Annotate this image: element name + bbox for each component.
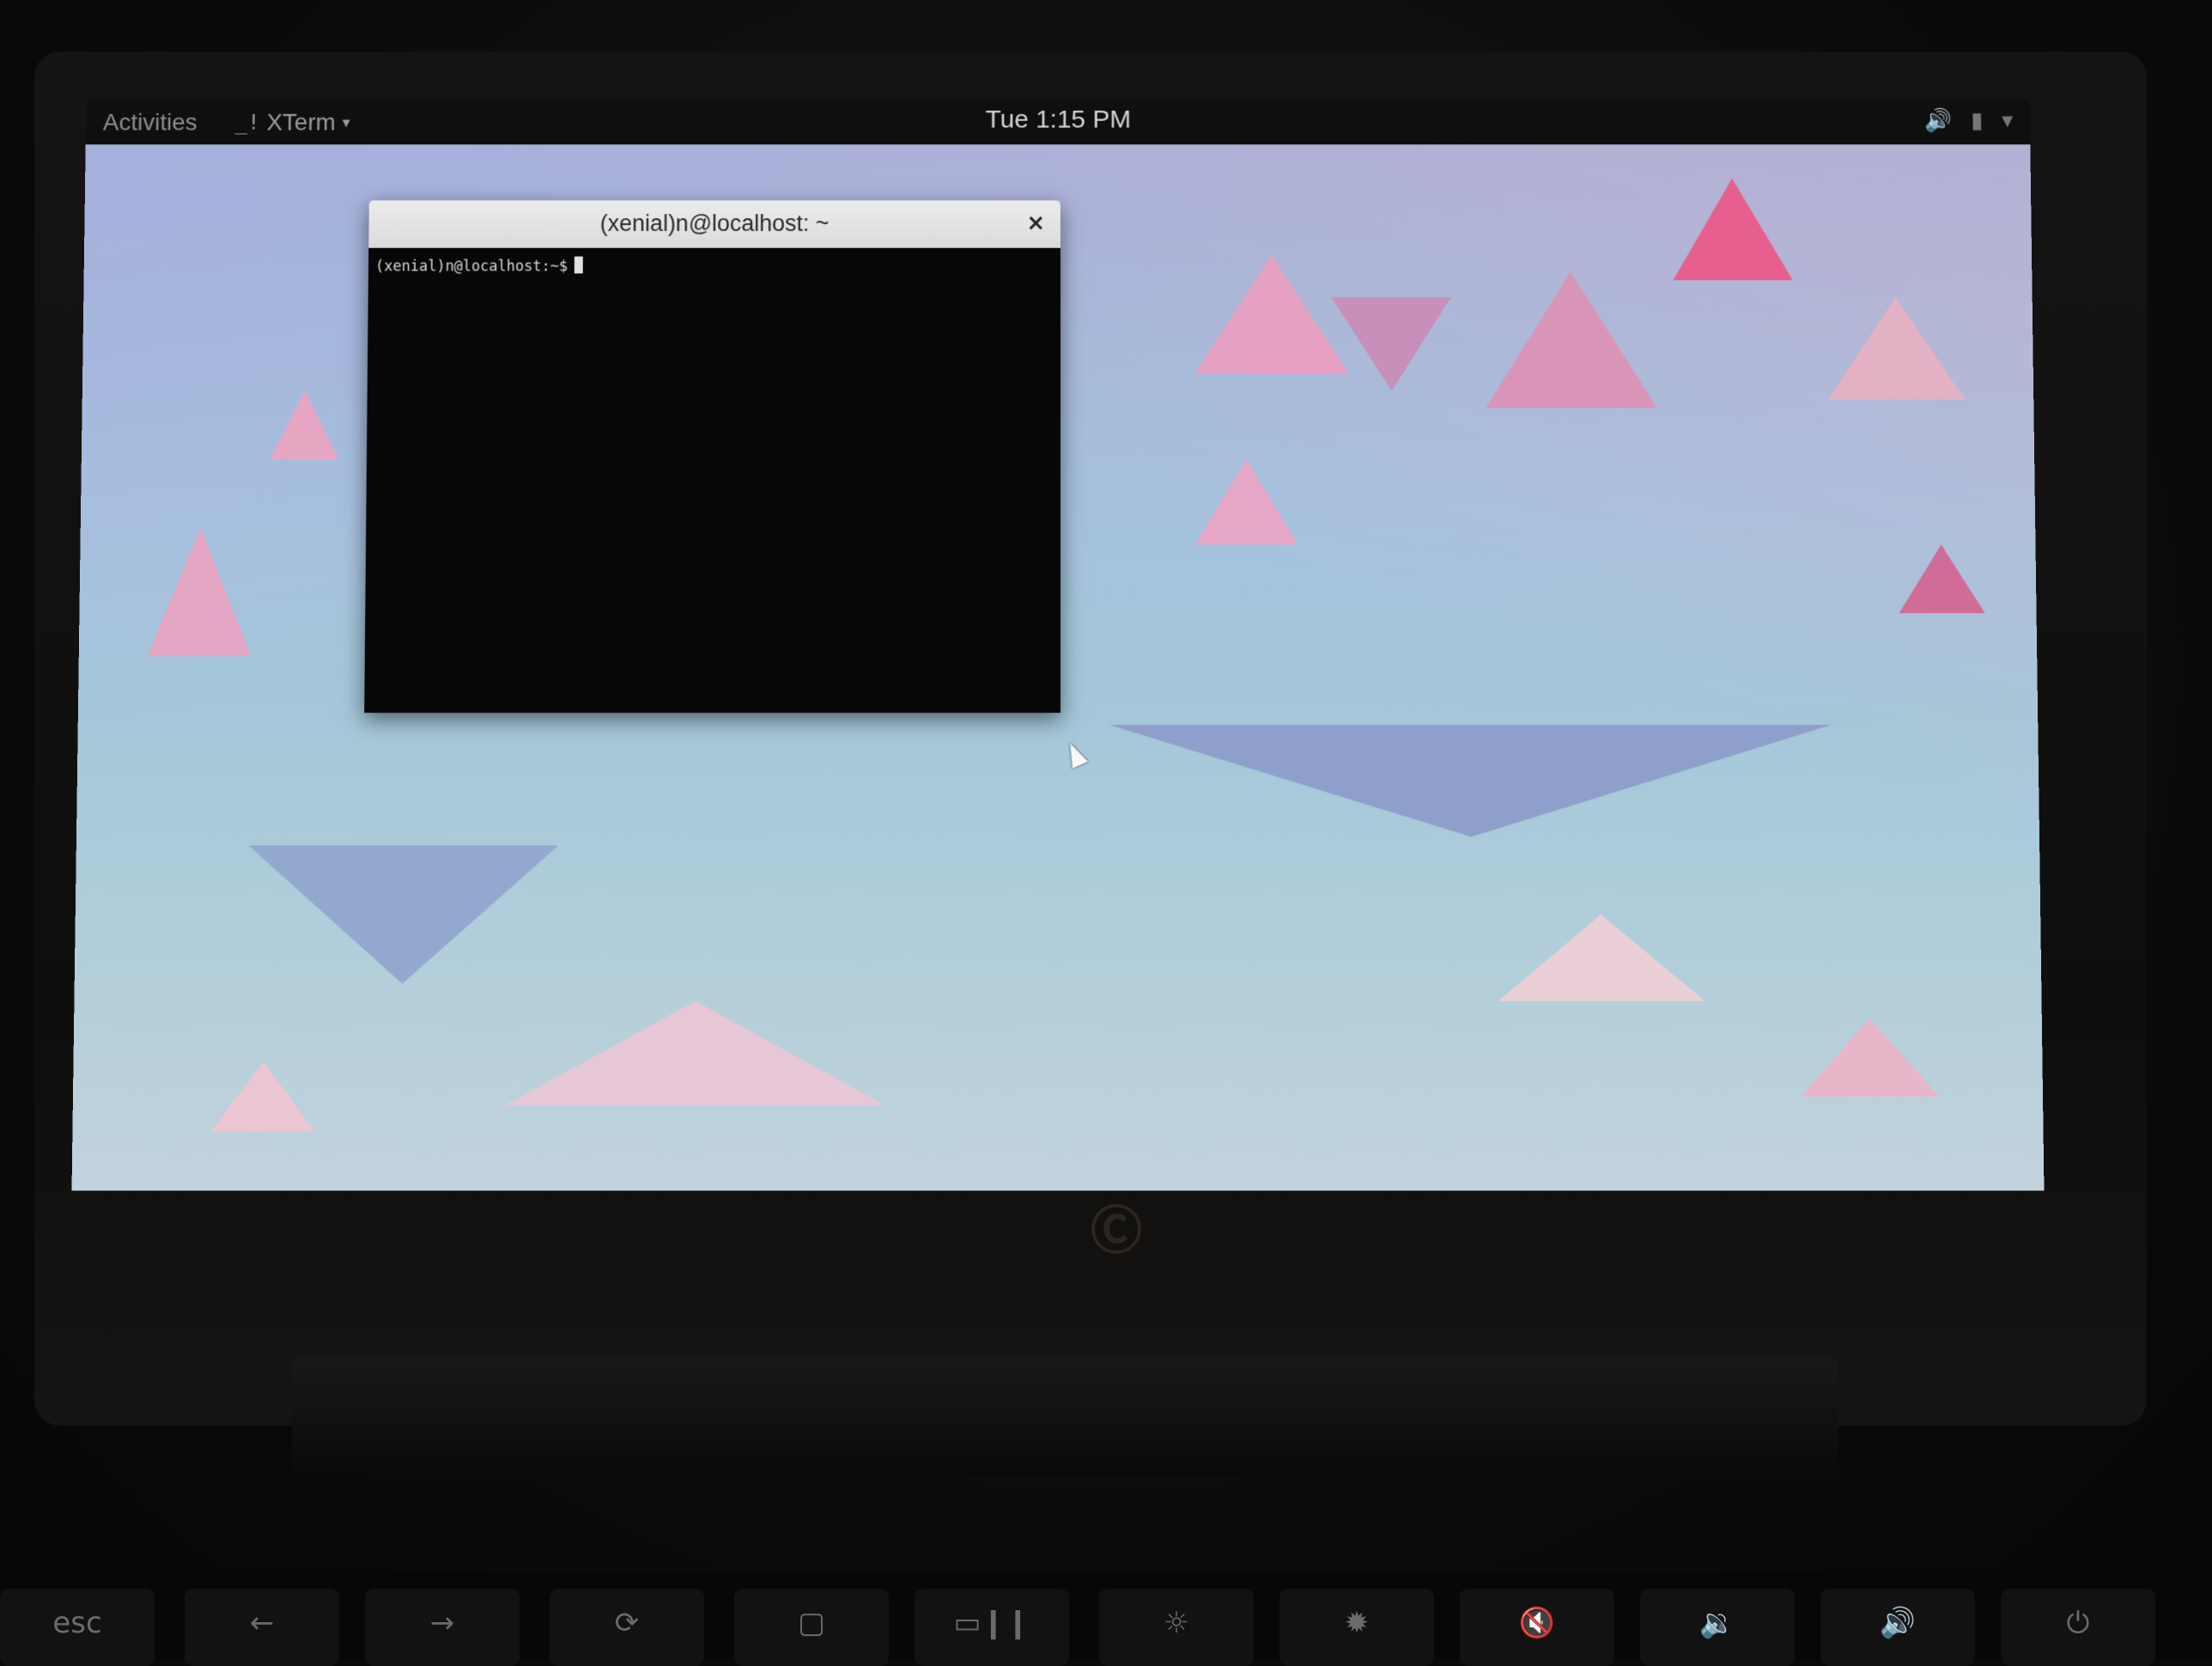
activities-button[interactable]: Activities <box>103 109 198 137</box>
terminal-prompt-line: (xenial)n@localhost:~$ <box>374 256 584 276</box>
close-icon[interactable]: × <box>1026 210 1045 236</box>
laptop-keyboard: esc ← → ⟳ ▢ ▭❙❙ ☼ ✹ 🔇 🔉 🔊 ⏻ <box>0 1572 2212 1666</box>
wallpaper-triangle <box>246 845 559 984</box>
laptop-hinge <box>292 1357 1838 1477</box>
refresh-key[interactable]: ⟳ <box>550 1589 704 1666</box>
text-cursor <box>574 256 584 274</box>
wallpaper-triangle <box>1194 459 1298 545</box>
wallpaper-triangle <box>1497 914 1705 1001</box>
forward-key[interactable]: → <box>365 1589 520 1666</box>
terminal-area[interactable]: (xenial)n@localhost:~$ <box>364 247 1061 714</box>
laptop-screen: (xenial)n@localhost: ~ × (xenial)n@local… <box>71 100 2045 1191</box>
wallpaper-triangle <box>1826 297 1966 400</box>
volume-icon: 🔊 <box>1923 106 1953 133</box>
wallpaper-triangle <box>1485 271 1657 409</box>
volume-down-key[interactable]: 🔉 <box>1640 1589 1795 1666</box>
clock-button[interactable]: Tue 1:15 PM <box>986 106 1131 135</box>
volume-up-key[interactable]: 🔊 <box>1820 1589 1975 1666</box>
chevron-down-icon: ▾ <box>342 113 350 131</box>
wallpaper-triangle <box>504 1000 886 1106</box>
wallpaper-triangle <box>1898 544 1985 614</box>
mute-key[interactable]: 🔇 <box>1460 1589 1614 1666</box>
wallpaper-triangle <box>1800 1018 1940 1097</box>
wallpaper-triangle <box>1109 725 1833 837</box>
wallpaper-triangle <box>1331 297 1452 392</box>
wallpaper-triangle <box>1672 178 1793 281</box>
app-menu-label: XTerm <box>266 108 336 136</box>
system-status-area[interactable]: 🔊 ▮ ▾ <box>1924 107 2013 134</box>
wallpaper-triangle <box>270 391 339 459</box>
terminal-icon: _! <box>234 110 260 135</box>
fullscreen-key[interactable]: ▢ <box>734 1589 889 1666</box>
wallpaper-triangle <box>1194 254 1349 374</box>
mouse-pointer-icon <box>1062 739 1089 769</box>
back-key[interactable]: ← <box>185 1589 339 1666</box>
battery-icon: ▮ <box>1970 106 1984 133</box>
brightness-down-key[interactable]: ☼ <box>1099 1589 1254 1666</box>
power-key[interactable]: ⏻ <box>2001 1589 2155 1666</box>
desktop-wallpaper: (xenial)n@localhost: ~ × (xenial)n@local… <box>71 144 2045 1191</box>
xterm-titlebar[interactable]: (xenial)n@localhost: ~ × <box>368 200 1060 249</box>
system-menu-caret-icon: ▾ <box>2001 106 2014 133</box>
xterm-window[interactable]: (xenial)n@localhost: ~ × (xenial)n@local… <box>364 200 1061 714</box>
brightness-up-key[interactable]: ✹ <box>1279 1589 1434 1666</box>
gnome-top-bar: Activities _! XTerm ▾ Tue 1:15 PM 🔊 ▮ ▾ <box>85 100 2031 145</box>
wallpaper-triangle <box>210 1061 316 1132</box>
xterm-window-title: (xenial)n@localhost: ~ <box>599 210 830 236</box>
shell-prompt: (xenial)n@localhost:~$ <box>374 258 568 276</box>
overview-key[interactable]: ▭❙❙ <box>915 1589 1069 1666</box>
laptop-brand-logo: Ⓒ <box>1091 1201 1142 1262</box>
app-menu-button[interactable]: _! XTerm ▾ <box>235 109 350 137</box>
esc-key[interactable]: esc <box>0 1589 155 1666</box>
wallpaper-triangle <box>147 527 252 656</box>
